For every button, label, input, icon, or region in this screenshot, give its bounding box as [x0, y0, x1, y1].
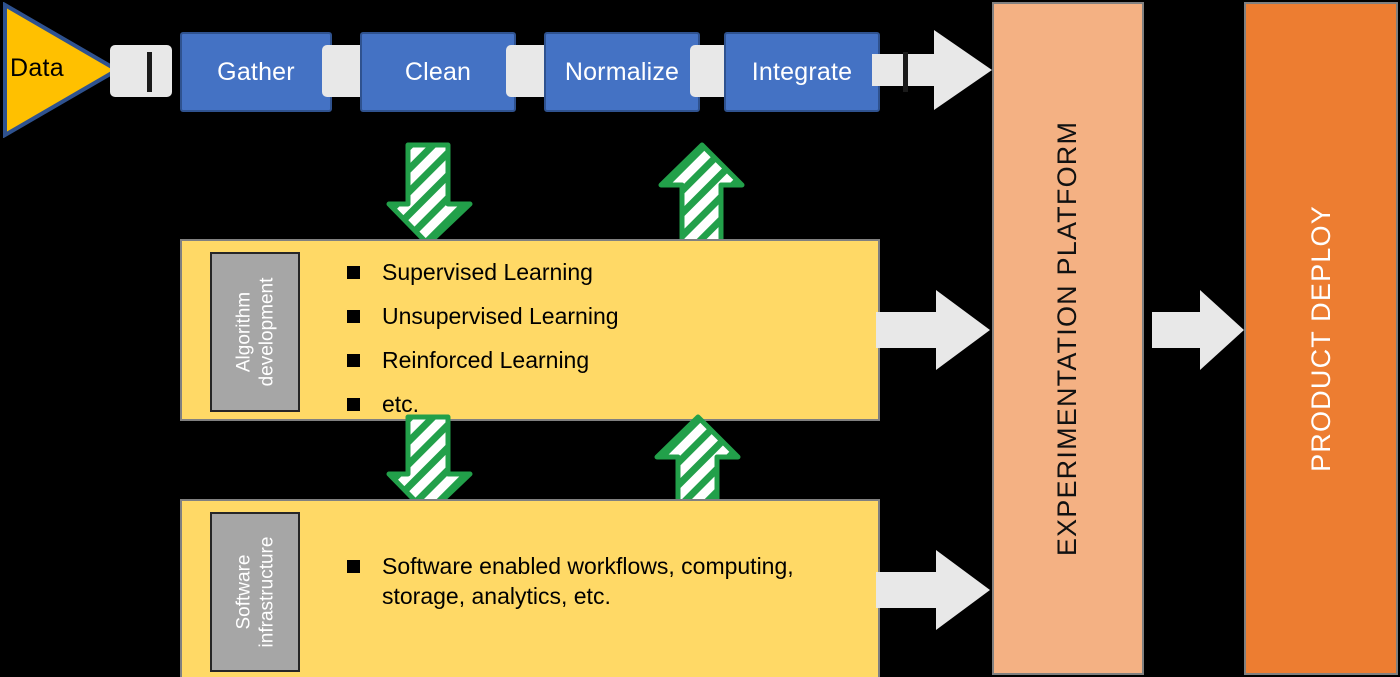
pipeline-step-integrate[interactable]: Integrate — [724, 32, 880, 112]
bullet-square-icon — [347, 354, 360, 367]
data-source-shape: Data — [2, 2, 120, 138]
pipeline-step-label: Normalize — [564, 57, 680, 86]
experimentation-output-arrow — [1152, 288, 1246, 372]
list-item: Software enabled workflows, computing, s… — [347, 551, 868, 611]
product-deploy-label: PRODUCT DEPLOY — [1305, 205, 1336, 472]
pipeline-step-label: Integrate — [751, 57, 853, 86]
list-item: Reinforced Learning — [347, 345, 868, 375]
pipeline-step-label: Clean — [404, 57, 472, 86]
panel-vertical-label-box: Algorithm development — [210, 252, 300, 412]
list-item: Supervised Learning — [347, 257, 868, 287]
hatched-arrow-up-icon — [658, 142, 745, 247]
feedback-arrow-pipeline-to-algorithm — [386, 142, 474, 248]
panel-software-infrastructure: Software infrastructure Software enabled… — [180, 499, 880, 677]
pipeline-step-label: Gather — [217, 57, 295, 86]
algorithm-output-arrow — [876, 288, 992, 372]
bullet-label: Supervised Learning — [382, 259, 593, 285]
algorithm-bullet-list: Supervised Learning Unsupervised Learnin… — [347, 257, 868, 433]
vertical-label-line-1: Software — [233, 554, 254, 630]
bullet-label: Reinforced Learning — [382, 347, 590, 373]
stage-product-deploy: PRODUCT DEPLOY — [1244, 2, 1398, 675]
infrastructure-output-arrow — [876, 548, 992, 632]
vertical-label-line-2: development — [256, 277, 278, 387]
block-arrow-right-icon — [1152, 290, 1244, 370]
stage-experimentation-platform: EXPERIMENTATION PLATFORM — [992, 2, 1144, 675]
feedback-arrow-algorithm-to-pipeline — [658, 142, 746, 248]
panel-vertical-label: Algorithm development — [232, 278, 278, 387]
panel-algorithm-development: Algorithm development Supervised Learnin… — [180, 239, 880, 421]
bullet-label: Software enabled workflows, computing, s… — [382, 553, 794, 609]
bullet-square-icon — [347, 560, 360, 573]
output-arrow-tick — [903, 52, 908, 92]
block-arrow-right-icon — [876, 290, 990, 370]
bullet-square-icon — [347, 398, 360, 411]
block-arrow-right-icon — [872, 30, 992, 110]
data-source-label: Data — [10, 54, 65, 82]
bullet-square-icon — [347, 310, 360, 323]
vertical-label-line-1: Algorithm — [233, 291, 255, 373]
infrastructure-bullet-list: Software enabled workflows, computing, s… — [347, 551, 868, 625]
bullet-square-icon — [347, 266, 360, 279]
connector-tick-0 — [147, 52, 152, 92]
panel-vertical-label: Software infrastructure — [232, 537, 278, 648]
bullet-label: Unsupervised Learning — [382, 303, 619, 329]
connector-block-0 — [110, 45, 172, 97]
vertical-label-line-2: infrastructure — [256, 536, 277, 648]
pipeline-step-clean[interactable]: Clean — [360, 32, 516, 112]
pipeline-step-gather[interactable]: Gather — [180, 32, 332, 112]
pipeline-output-arrow — [872, 28, 994, 112]
pipeline-step-normalize[interactable]: Normalize — [544, 32, 700, 112]
block-arrow-right-icon — [876, 550, 990, 630]
diagram-canvas: Data Gather Clean Normalize Integrate Al… — [0, 0, 1400, 677]
hatched-arrow-down-icon — [386, 142, 473, 247]
experimentation-platform-label: EXPERIMENTATION PLATFORM — [1052, 120, 1083, 557]
panel-vertical-label-box: Software infrastructure — [210, 512, 300, 672]
list-item: Unsupervised Learning — [347, 301, 868, 331]
